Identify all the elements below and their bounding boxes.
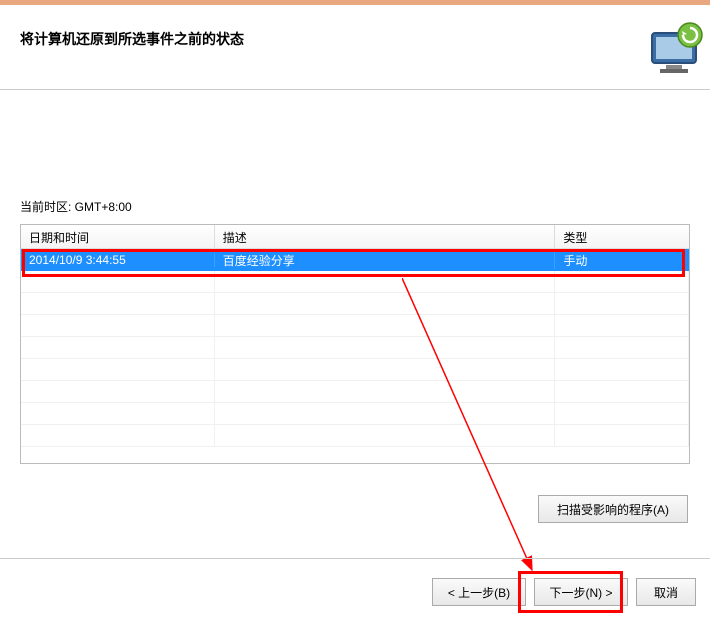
table-row-empty — [21, 425, 689, 447]
timezone-label: 当前时区: GMT+8:00 — [20, 198, 132, 215]
cancel-button[interactable]: 取消 — [636, 578, 696, 606]
table-row-empty — [21, 271, 689, 293]
table-header-date[interactable]: 日期和时间 — [21, 225, 215, 248]
table-body: 2014/10/9 3:44:55 百度经验分享 手动 — [21, 249, 689, 447]
table-row-empty — [21, 359, 689, 381]
divider — [0, 558, 710, 559]
table-header: 日期和时间 描述 类型 — [21, 225, 689, 249]
restore-point-table[interactable]: 日期和时间 描述 类型 2014/10/9 3:44:55 百度经验分享 手动 — [20, 224, 690, 464]
title-area: 将计算机还原到所选事件之前的状态 — [0, 5, 710, 90]
table-row-empty — [21, 315, 689, 337]
table-row-empty — [21, 403, 689, 425]
scan-programs-button[interactable]: 扫描受影响的程序(A) — [538, 495, 688, 523]
button-row: < 上一步(B) 下一步(N) > 取消 — [0, 578, 710, 606]
table-row[interactable]: 2014/10/9 3:44:55 百度经验分享 手动 — [21, 249, 689, 271]
cell-type: 手动 — [555, 252, 689, 269]
table-row-empty — [21, 381, 689, 403]
table-header-type[interactable]: 类型 — [555, 225, 689, 248]
back-button[interactable]: < 上一步(B) — [432, 578, 526, 606]
restore-monitor-icon — [646, 21, 710, 80]
cell-desc: 百度经验分享 — [215, 252, 556, 269]
table-row-empty — [21, 337, 689, 359]
cell-date: 2014/10/9 3:44:55 — [21, 253, 215, 267]
page-title: 将计算机还原到所选事件之前的状态 — [20, 29, 244, 65]
table-row-empty — [21, 293, 689, 315]
next-button[interactable]: 下一步(N) > — [534, 578, 628, 606]
table-header-desc[interactable]: 描述 — [215, 225, 556, 248]
